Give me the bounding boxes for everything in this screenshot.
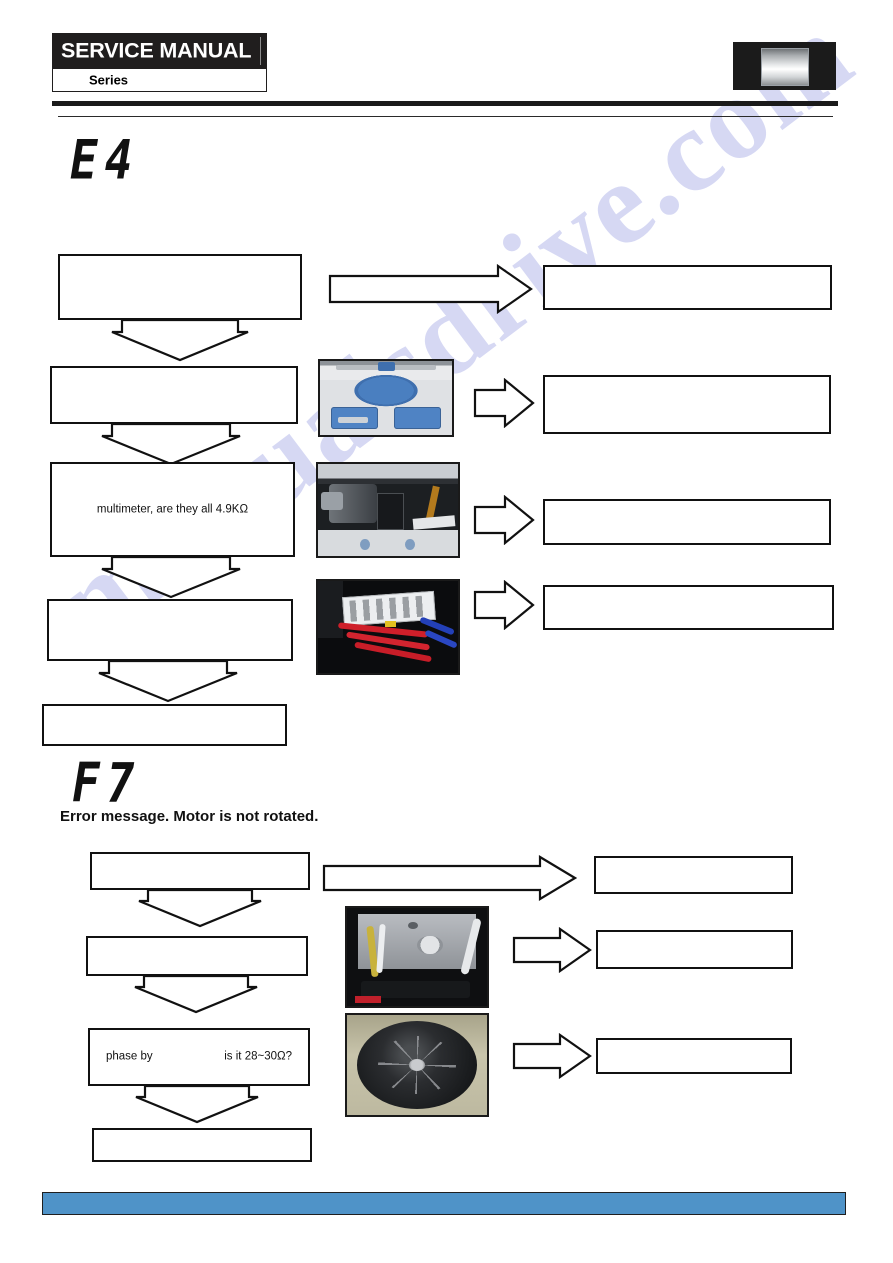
e4-arrow-down-3 (100, 555, 242, 599)
e4-arrow-right-1 (328, 264, 533, 314)
f7-result-box-3 (596, 1038, 792, 1074)
f7-step-box-2 (86, 936, 308, 976)
header-rule-thin (58, 116, 833, 117)
e4-step-box-3: multimeter, are they all 4.9KΩ (50, 462, 295, 557)
f7-arrow-right-3 (512, 1033, 592, 1079)
wire-connector-photo (316, 579, 460, 675)
valve-inlet-nipple (320, 491, 344, 510)
f7-step-box-3: phase by is it 28~30Ω? (88, 1028, 310, 1086)
e4-result-box-4 (543, 585, 834, 630)
connector-yellow-wire (385, 621, 397, 627)
e4-arrow-right-3 (473, 495, 535, 545)
series-label: Series (89, 72, 129, 88)
f7-result-box-2 (596, 930, 793, 969)
f7-step-box-3-right: is it 28~30Ω? (224, 1050, 292, 1063)
brand-logo-plate (761, 48, 809, 86)
harness-hole-large (416, 935, 443, 955)
connector-pins (349, 595, 429, 622)
connector-shadow (318, 581, 344, 639)
f7-result-box-1 (594, 856, 793, 894)
e4-step-box-1 (58, 254, 302, 320)
e4-result-box-1 (543, 265, 832, 310)
footer-bar (42, 1192, 846, 1215)
e4-arrow-right-2 (473, 378, 535, 428)
water-inlet-valve-photo (316, 462, 460, 558)
e4-arrow-down-1 (110, 318, 250, 362)
dispenser-handle-right (404, 417, 434, 424)
series-banner: Series (52, 69, 267, 92)
harness-hole-small (407, 921, 419, 930)
motor-harness-photo (345, 906, 489, 1008)
error-code-f7: F7 (72, 751, 142, 815)
brand-logo (733, 42, 836, 90)
rotor-disc (356, 1021, 478, 1109)
valve-coil (376, 493, 404, 531)
f7-step-box-3-left: phase by (106, 1050, 153, 1063)
dispenser-handle-left (338, 417, 368, 424)
valve-screw-right (404, 539, 415, 551)
service-manual-title: SERVICE MANUAL (61, 38, 252, 63)
error-code-e4: E4 (70, 128, 140, 192)
e4-step-box-2 (50, 366, 298, 424)
e4-arrow-down-4 (97, 659, 239, 703)
harness-red-label (355, 996, 381, 1004)
f7-caption: Error message. Motor is not rotated. (60, 808, 319, 825)
dispenser-knob (378, 362, 396, 372)
e4-arrow-right-4 (473, 580, 535, 630)
f7-arrow-right-2 (512, 927, 592, 973)
e4-step-box-4 (47, 599, 293, 661)
f7-step-box-1 (90, 852, 310, 890)
f7-arrow-down-3 (134, 1084, 260, 1124)
e4-step-box-5 (42, 704, 287, 746)
header-title-block: SERVICE MANUAL Series (52, 33, 267, 92)
valve-hose (412, 515, 456, 531)
detergent-dispenser-photo (318, 359, 454, 437)
motor-rotor-photo (345, 1013, 489, 1117)
f7-arrow-right-1 (322, 855, 577, 901)
service-manual-banner: SERVICE MANUAL (52, 33, 267, 69)
e4-result-box-3 (543, 499, 831, 545)
f7-arrow-down-1 (137, 888, 263, 928)
service-manual-page: manualsdrive.com SERVICE MANUAL Series E… (0, 0, 893, 1263)
banner-divider (260, 37, 261, 65)
valve-screw-left (360, 539, 370, 551)
e4-result-box-2 (543, 375, 831, 434)
e4-arrow-down-2 (100, 422, 242, 466)
f7-arrow-down-2 (133, 974, 259, 1014)
header-rule-thick (52, 101, 838, 106)
f7-step-box-4 (92, 1128, 312, 1162)
